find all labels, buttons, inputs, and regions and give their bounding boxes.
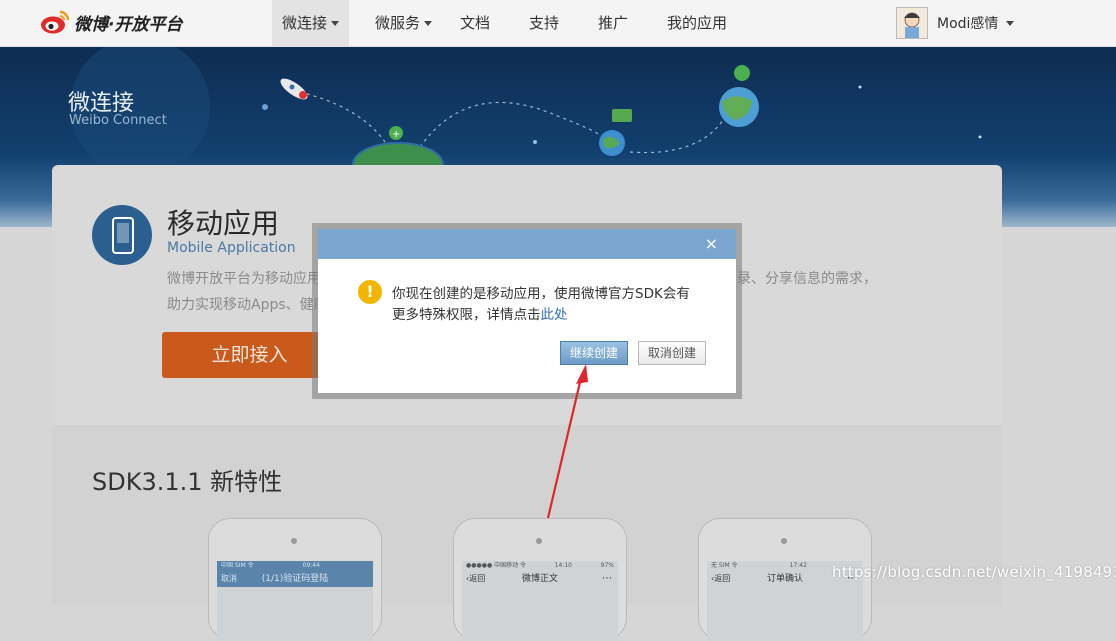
phone-nav-bar: ‹返回 微博正文 ⋯ — [462, 571, 618, 587]
dialog-header: × — [318, 229, 736, 259]
nav-label: 推广 — [598, 14, 629, 32]
phone-back-label: ‹返回 — [711, 574, 731, 583]
nav-item-docs[interactable]: 文档 — [450, 0, 500, 46]
connect-now-button[interactable]: 立即接入 — [162, 332, 337, 378]
phone-mockup: ●●●●● 中国移动 令 14:10 97% ‹返回 微博正文 ⋯ — [453, 518, 627, 641]
cancel-create-button[interactable]: 取消创建 — [638, 341, 706, 365]
nav-item-support[interactable]: 支持 — [519, 0, 569, 46]
weibo-logo[interactable]: 微博·开放平台 — [40, 9, 182, 35]
phone-back-label: ‹返回 — [466, 574, 486, 583]
phone-status-bar: ●●●●● 中国移动 令 14:10 97% — [462, 561, 618, 571]
close-icon[interactable]: × — [705, 233, 718, 255]
nav-item-my-apps[interactable]: 我的应用 — [657, 0, 737, 46]
svg-text:+: + — [392, 129, 400, 140]
watermark-text: https://blog.csdn.net/weixin_41984936 — [832, 563, 1116, 581]
nav-item-weilianjie[interactable]: 微连接 — [272, 0, 350, 46]
phone-nav-bar: 取消 (1/1)验证码登陆 — [217, 571, 373, 587]
section-subtitle: Mobile Application — [167, 240, 296, 256]
phone-screen-title: 微博正文 — [521, 574, 558, 584]
sdk-title: SDK3.1.1 新特性 — [92, 468, 283, 496]
nav-label: 我的应用 — [667, 14, 728, 32]
status-time: 09:44 — [302, 562, 320, 569]
nav-label: 支持 — [529, 14, 560, 32]
phone-screen-title: (1/1)验证码登陆 — [261, 574, 329, 584]
nav-label: 微服务 — [375, 14, 421, 32]
nav-label: 微连接 — [282, 14, 328, 32]
section-title: 移动应用 — [167, 207, 280, 240]
phone-screen-title: 订单确认 — [766, 574, 803, 584]
section-desc-line1: 微博开放平台为移动应用 — [167, 271, 321, 287]
logo-text: 微博·开放平台 — [74, 14, 183, 35]
status-time: 17:42 — [789, 562, 807, 569]
continue-create-button[interactable]: 继续创建 — [560, 341, 628, 365]
phone-screen: 中国 SIM 令 09:44 取消 (1/1)验证码登陆 — [217, 561, 373, 641]
nav-label: 文档 — [460, 14, 491, 32]
user-menu[interactable]: Modi感情 — [896, 7, 1015, 39]
warning-icon: ! — [358, 280, 382, 304]
phone-screen: ●●●●● 中国移动 令 14:10 97% ‹返回 微博正文 ⋯ — [462, 561, 618, 641]
phone-mockup: 中国 SIM 令 09:44 取消 (1/1)验证码登陆 — [208, 518, 382, 641]
status-carrier: 无 SIM 令 — [711, 562, 738, 569]
details-link[interactable]: 此处 — [541, 307, 568, 323]
nav-item-weifuwu[interactable]: 微服务 — [365, 0, 442, 46]
dialog-message-line2: 更多特殊权限，详情点击此处 — [392, 303, 568, 323]
user-name: Modi感情 — [937, 16, 999, 32]
phone-camera — [291, 538, 297, 544]
phone-camera — [536, 538, 542, 544]
section-desc-right: 录、分享信息的需求， — [737, 271, 877, 287]
mobile-app-icon — [92, 205, 152, 265]
phone-camera — [781, 538, 787, 544]
status-carrier: ●●●●● 中国移动 令 — [466, 562, 526, 569]
chevron-down-icon — [331, 21, 340, 26]
banner-subtitle: Weibo Connect — [69, 113, 167, 128]
top-navigation: 微博·开放平台 微连接 微服务 文档 支持 推广 我的应用 Modi感情 — [0, 0, 1116, 47]
status-battery: 97% — [600, 562, 614, 569]
status-carrier: 中国 SIM 令 — [221, 562, 254, 569]
phone-back-label: 取消 — [221, 574, 237, 583]
avatar — [896, 7, 928, 39]
more-icon: ⋯ — [602, 573, 612, 584]
rocket-icon — [280, 78, 308, 100]
smartphone-icon — [112, 217, 134, 254]
dialog-message-line1: 你现在创建的是移动应用，使用微博官方SDK会有 — [392, 286, 690, 302]
phone-status-bar: 中国 SIM 令 09:44 — [217, 561, 373, 571]
weibo-eye-icon — [40, 9, 70, 35]
section-desc-line2: 助力实现移动Apps、健康 — [167, 297, 328, 313]
status-time: 14:10 — [554, 562, 572, 569]
chevron-down-icon — [424, 21, 433, 26]
nav-item-promotion[interactable]: 推广 — [588, 0, 638, 46]
chevron-down-icon — [1006, 20, 1015, 26]
dialog-message-text: 更多特殊权限，详情点击 — [392, 307, 541, 323]
